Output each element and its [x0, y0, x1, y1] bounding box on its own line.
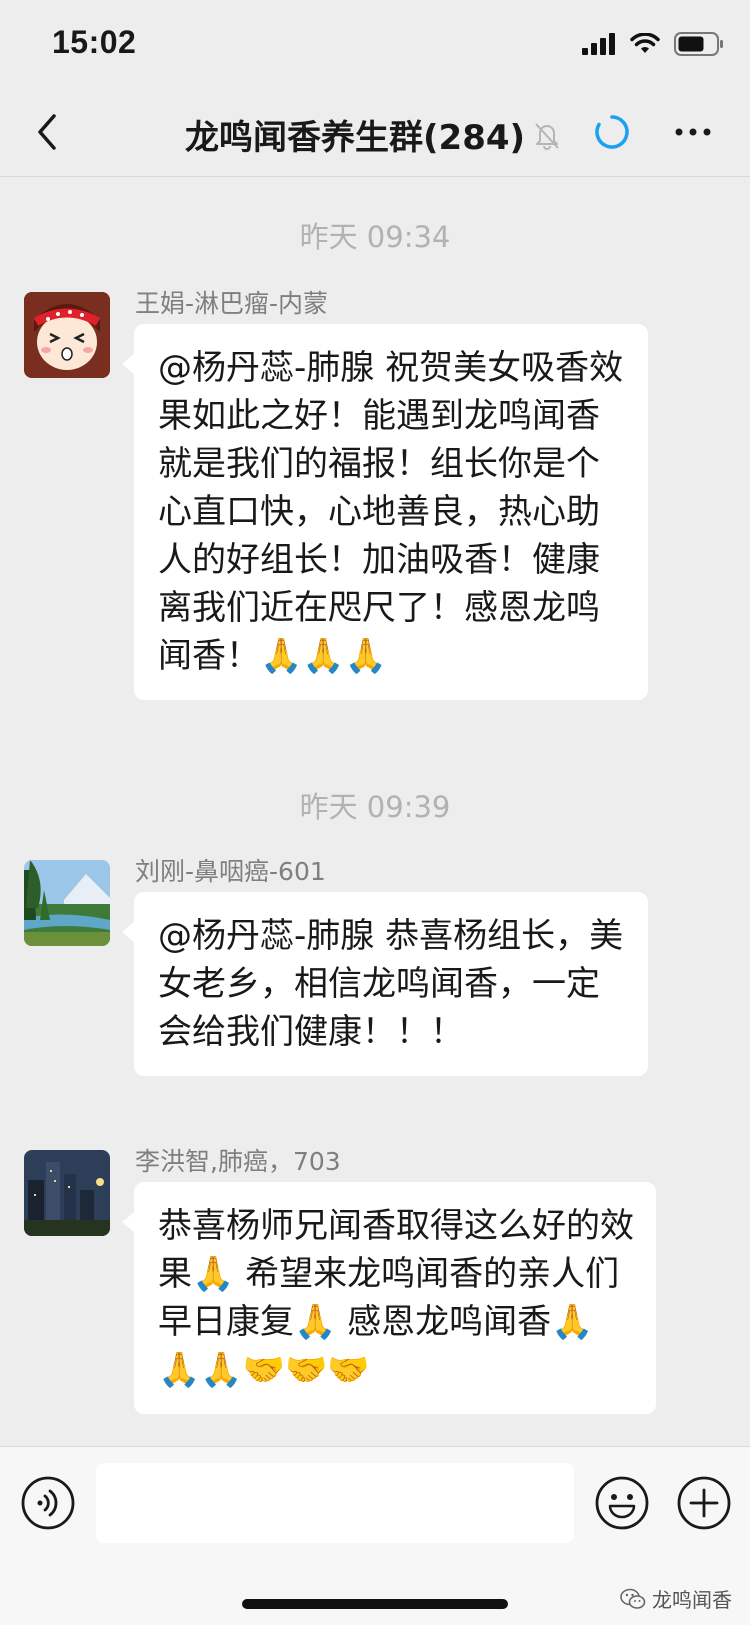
- voice-icon[interactable]: [20, 1475, 76, 1531]
- plus-icon[interactable]: [676, 1475, 732, 1531]
- cartoon-girl-avatar-icon: [24, 292, 110, 378]
- signal-icon: [582, 33, 615, 55]
- status-time: 15:02: [52, 24, 137, 60]
- city-night-avatar-icon: [24, 1150, 110, 1236]
- input-bar: 龙鸣闻香: [0, 1446, 750, 1625]
- landscape-painting-avatar-icon: [24, 860, 110, 946]
- battery-icon: [674, 32, 723, 56]
- emoji-icon[interactable]: [594, 1475, 650, 1531]
- avatar[interactable]: [24, 292, 110, 378]
- wechat-logo-icon: [620, 1588, 646, 1609]
- avatar[interactable]: [24, 860, 110, 946]
- bell-slash-icon: [535, 122, 559, 150]
- message-bubble[interactable]: @杨丹蕊-肺腺 恭喜杨组长，美女老乡，相信龙鸣闻香，一定会给我们健康！！！: [122, 892, 648, 1076]
- sender-name: 王娟-淋巴瘤-内蒙: [135, 289, 329, 318]
- message-bubble[interactable]: 恭喜杨师兄闻香取得这么好的效果🙏 希望来龙鸣闻香的亲人们早日康复🙏 感恩龙鸣闻香…: [122, 1182, 656, 1414]
- chat-title-group[interactable]: 龙鸣闻香养生群(284): [185, 110, 561, 159]
- status-bar: 15:02: [0, 0, 750, 90]
- loading-ring-icon: [595, 115, 629, 149]
- message-timestamp: 昨天 09:34: [299, 220, 451, 254]
- watermark: 龙鸣闻香: [620, 1584, 732, 1613]
- watermark-text: 龙鸣闻香: [652, 1588, 732, 1612]
- message-input[interactable]: [96, 1463, 574, 1543]
- sender-name: 刘刚-鼻咽癌-601: [135, 857, 326, 886]
- message-bubble[interactable]: @杨丹蕊-肺腺 祝贺美女吸香效果如此之好！能遇到龙鸣闻香就是我们的福报！组长你是…: [122, 324, 648, 700]
- status-icons: [582, 32, 724, 56]
- chat-title: 龙鸣闻香养生群(284): [185, 118, 526, 158]
- home-indicator[interactable]: [242, 1599, 508, 1609]
- sender-name: 李洪智,肺癌，703: [135, 1147, 341, 1176]
- message-timestamp: 昨天 09:39: [299, 790, 451, 824]
- chat-header: 龙鸣闻香养生群(284): [0, 90, 750, 177]
- more-dots-icon[interactable]: [673, 112, 713, 152]
- chevron-left-icon[interactable]: [28, 110, 72, 154]
- avatar[interactable]: [24, 1150, 110, 1236]
- wifi-icon: [630, 33, 660, 53]
